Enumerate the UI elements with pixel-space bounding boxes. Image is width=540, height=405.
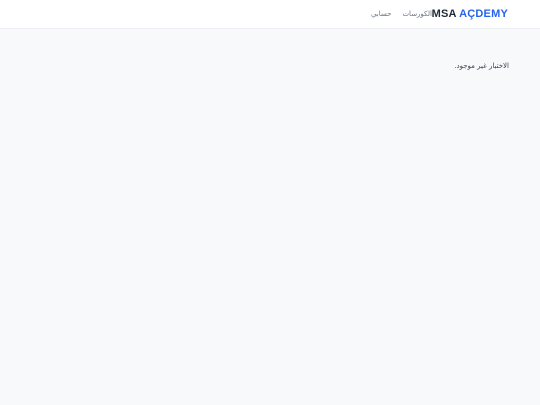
not-found-message: الاختبار غير موجود. [454, 62, 509, 70]
main-nav: الكورسات حسابي [371, 10, 432, 18]
top-navbar: MSA AÇDEMY الكورسات حسابي [0, 0, 540, 29]
main-content: الاختبار غير موجود. [0, 29, 540, 405]
nav-link-account[interactable]: حسابي [371, 10, 392, 18]
nav-link-courses[interactable]: الكورسات [402, 10, 432, 18]
site-logo[interactable]: MSA AÇDEMY [432, 8, 508, 20]
logo-text-academy: AÇDEMY [459, 8, 508, 20]
logo-text-msa: MSA [431, 8, 457, 20]
